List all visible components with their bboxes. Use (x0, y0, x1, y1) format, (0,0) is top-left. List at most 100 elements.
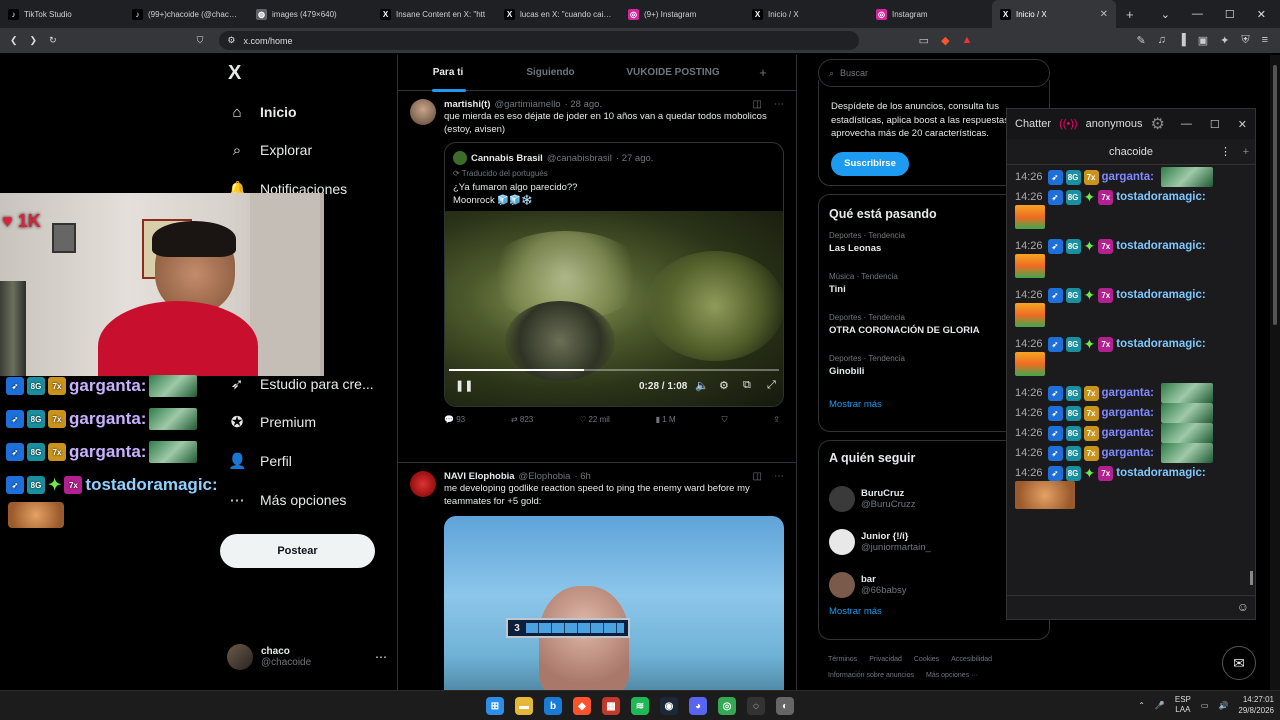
repost-button[interactable]: ⇄ 823 (511, 415, 533, 425)
pause-icon[interactable]: ❚❚ (455, 379, 473, 392)
menu-icon[interactable]: ≡ (1262, 34, 1268, 47)
tweet-handle[interactable]: @Elophobia (519, 471, 571, 482)
tweet-more-icon[interactable]: ⋯ (774, 471, 784, 482)
scrollbar[interactable] (1250, 571, 1253, 585)
footer-link[interactable]: Términos (828, 652, 857, 668)
share-button[interactable]: ⇪ (773, 415, 780, 425)
nav-item-explorar[interactable]: ⌕ Explorar (228, 139, 312, 161)
chat-message[interactable]: 14:26 ➶ 8G ✦ 7x tostadoramagic: (1015, 465, 1255, 514)
messages-icon[interactable]: ✉ (1222, 646, 1256, 680)
tray-chevron-icon[interactable]: ⌃ (1138, 701, 1145, 710)
wallet-icon[interactable]: ▣ (1198, 34, 1208, 47)
obs-icon[interactable]: ◌ (747, 697, 765, 715)
clock[interactable]: 14:27:01 29/8/2026 (1238, 694, 1274, 716)
chat-username[interactable]: tostadoramagic: (1116, 289, 1205, 301)
nav-item-premium[interactable]: ✪ Premium (228, 411, 316, 433)
fullscreen-icon[interactable]: ⤢ (767, 379, 776, 392)
chat-username[interactable]: tostadoramagic: (1116, 338, 1205, 350)
nav-item-estudio-para-cre-[interactable]: ➶ Estudio para cre... (228, 373, 374, 395)
page-scrollbar[interactable] (1270, 55, 1280, 690)
vpn-icon[interactable]: ◐ (776, 697, 794, 715)
avatar[interactable] (410, 471, 436, 497)
brave-rewards-icon[interactable]: ▲ (962, 34, 973, 47)
footer-link[interactable]: Más opciones ··· (926, 668, 978, 684)
browser-tab[interactable]: X Inicio / X (744, 0, 868, 28)
mic-icon[interactable]: 🎤 (1155, 701, 1165, 710)
windows-start-icon[interactable]: ⊞ (486, 697, 504, 715)
new-tab-icon[interactable]: + (1116, 7, 1144, 22)
tweet[interactable]: martishi(t) @gartimiamello · 28 ago. ◫ ⋯… (398, 91, 796, 463)
add-split-icon[interactable]: + (1243, 146, 1249, 158)
chat-message[interactable]: 14:26 ➶ 8G ✦ 7x tostadoramagic: (1015, 189, 1255, 234)
chat-message[interactable]: 14:26 ➶ 8G 7x garganta: (1015, 443, 1255, 463)
discord-icon[interactable]: ◕ (689, 697, 707, 715)
grok-icon[interactable]: ◫ (753, 471, 762, 482)
grok-icon[interactable]: ◫ (753, 99, 762, 110)
video-player[interactable]: ❚❚ 0:28 / 1:08 🔈 ⚙ ⧉ ⤢ (445, 211, 783, 406)
footer-link[interactable]: Privacidad (869, 652, 902, 668)
tweet-more-icon[interactable]: ⋯ (774, 99, 784, 110)
chat-message[interactable]: 14:26 ➶ 8G 7x garganta: (1015, 403, 1255, 423)
avatar[interactable] (829, 528, 855, 555)
chat-input[interactable]: ☺ (1007, 595, 1255, 619)
maximize-icon[interactable]: ☐ (1210, 118, 1220, 131)
browser-tab[interactable]: Xlucas en X: "cuando caiga (496, 0, 620, 28)
tab-vukoide-posting[interactable]: VUKOIDE POSTING (603, 67, 743, 78)
tweet-date[interactable]: · 6h (574, 471, 590, 482)
avatar[interactable] (410, 99, 436, 125)
back-icon[interactable]: ❮ (10, 35, 18, 46)
music-icon[interactable]: ♫ (1158, 34, 1166, 47)
tab-search-icon[interactable]: ⌄ (1161, 8, 1170, 21)
avatar[interactable] (829, 571, 855, 598)
post-button[interactable]: Postear (220, 534, 375, 568)
sidebar-icon[interactable]: ▐ (1178, 34, 1186, 47)
tweet-handle[interactable]: @gartimiamello (494, 99, 560, 110)
forward-icon[interactable]: ❯ (30, 35, 38, 46)
tweet-author[interactable]: NAVI Elophobia (444, 471, 515, 482)
pip-icon[interactable]: ⧉ (743, 379, 751, 392)
nav-item-perfil[interactable]: 👤 Perfil (228, 450, 292, 472)
bookmark-icon[interactable]: ⛉ (197, 35, 204, 46)
footer-link[interactable]: Accesibilidad (951, 652, 992, 668)
browser-tab[interactable]: ♪ (99+)chacoide (@chacoide) (124, 0, 248, 28)
chat-username[interactable]: garganta: (1102, 171, 1154, 183)
x-logo[interactable]: X (228, 62, 241, 85)
chat-username[interactable]: tostadoramagic: (1116, 191, 1205, 203)
cast-icon[interactable]: ▭ (919, 34, 929, 47)
language-indicator[interactable]: ESP LAA (1175, 695, 1191, 715)
extensions-icon[interactable]: ✎ (1136, 34, 1145, 47)
chat-username[interactable]: garganta: (1102, 387, 1154, 399)
minimize-icon[interactable]: — (1192, 8, 1203, 21)
brave-shield-icon[interactable]: ◆ (941, 34, 949, 47)
chat-message[interactable]: 14:26 ➶ 8G ✦ 7x tostadoramagic: (1015, 287, 1255, 332)
account-switcher[interactable]: chaco @chacoide ⋯ (227, 644, 387, 670)
browser-tab[interactable]: X Insane Content en X: "htt (372, 0, 496, 28)
chat-message[interactable]: 14:26 ➶ 8G 7x garganta: (1015, 167, 1255, 187)
views-button[interactable]: ▮ 1 M (656, 415, 676, 425)
chrome-icon[interactable]: ◎ (718, 697, 736, 715)
chat-message[interactable]: 14:26 ➶ 8G ✦ 7x tostadoramagic: (1015, 336, 1255, 381)
chat-username[interactable]: tostadoramagic: (1116, 467, 1205, 479)
chat-message[interactable]: 14:26 ➶ 8G ✦ 7x tostadoramagic: (1015, 238, 1255, 283)
chat-username[interactable]: tostadoramagic: (1116, 240, 1205, 252)
vpn-icon[interactable]: ⛨ (1241, 34, 1249, 47)
tab-for-you[interactable]: Para ti (398, 67, 498, 92)
tweet-date[interactable]: · 28 ago. (565, 99, 603, 110)
tweet-media[interactable]: 3 (444, 516, 784, 690)
quoted-tweet[interactable]: Cannabis Brasil @canabisbrasil · 27 ago.… (444, 142, 784, 407)
tweet[interactable]: NAVI Elophobia @Elophobia · 6h ◫ ⋯ me de… (398, 463, 796, 690)
close-icon[interactable]: ✕ (1238, 118, 1247, 131)
calendar-icon[interactable]: ▦ (602, 697, 620, 715)
translated-note[interactable]: ⟳ Traducido del portugués (453, 169, 775, 178)
close-icon[interactable]: ✕ (1257, 8, 1266, 21)
steam-icon[interactable]: ◉ (660, 697, 678, 715)
browser-tab[interactable]: ♪ TikTok Studio (0, 0, 124, 28)
browser-tab[interactable]: X Inicio / X ✕ (992, 0, 1116, 28)
chatter-user[interactable]: anonymous (1086, 118, 1143, 130)
more-icon[interactable]: ⋯ (375, 650, 387, 664)
browser-tab[interactable]: ◍ images (479×640) (248, 0, 372, 28)
spotify-icon[interactable]: ≋ (631, 697, 649, 715)
tab-following[interactable]: Siguiendo (498, 67, 603, 78)
footer-link[interactable]: Cookies (914, 652, 939, 668)
chat-username[interactable]: garganta: (1102, 407, 1154, 419)
